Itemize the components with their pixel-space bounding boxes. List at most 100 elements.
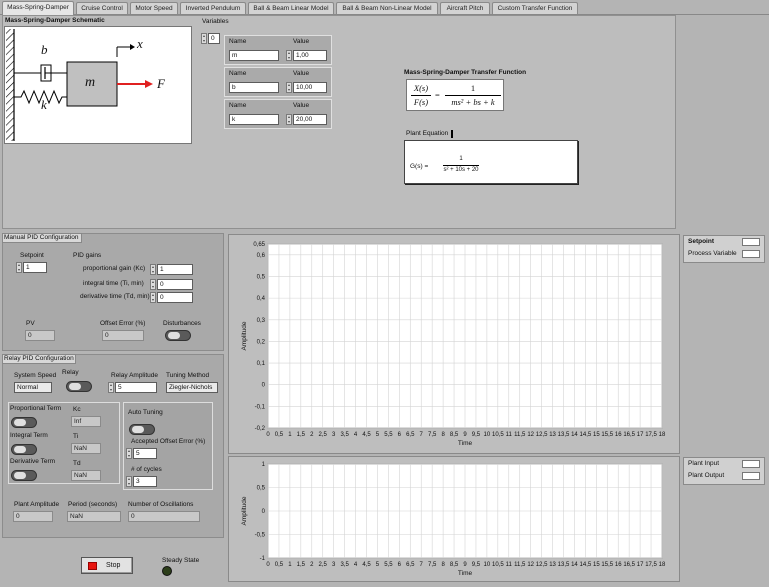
relay-ti-label: Ti — [73, 433, 79, 440]
cycles-spinner[interactable] — [126, 476, 132, 487]
variable-group-3: Name Value k 20,00 — [224, 99, 332, 129]
x-tick-label: 10 — [484, 432, 491, 438]
legend-process-variable[interactable]: Process Variable — [684, 248, 764, 260]
y-tick-label: 0,2 — [257, 339, 266, 345]
y-tick-label: 0,5 — [257, 486, 266, 492]
x-tick-label: 0,5 — [275, 562, 284, 568]
relay-amplitude-spinner[interactable] — [108, 382, 114, 393]
legend-plant-input[interactable]: Plant Input — [684, 458, 764, 470]
variable-value-field[interactable]: 20,00 — [293, 114, 327, 125]
ti-field[interactable]: 0 — [157, 279, 193, 290]
plant-amplitude-label: Plant Amplitude — [14, 501, 60, 508]
name-label: Name — [229, 102, 247, 109]
x-tick-label: 11 — [506, 562, 513, 568]
variable-value-field[interactable]: 1,00 — [293, 50, 327, 61]
value-label: Value — [293, 70, 310, 77]
tab-mass-spring-damper[interactable]: Mass-Spring-Damper — [2, 1, 74, 15]
y-tick-label: -0,1 — [255, 404, 266, 410]
relay-pid-title: Relay PID Configuration — [4, 355, 74, 362]
accepted-offset-field[interactable]: 5 — [133, 448, 157, 459]
x-tick-label: 8 — [441, 432, 445, 438]
x-tick-label: 6,5 — [406, 432, 415, 438]
variable-name-field[interactable]: m — [229, 50, 279, 61]
x-tick-label: 18 — [659, 562, 666, 568]
tab-custom-transfer-function[interactable]: Custom Transfer Function — [492, 2, 578, 14]
derivative-term-toggle[interactable] — [11, 470, 37, 481]
stop-button[interactable]: Stop — [81, 557, 133, 574]
variable-name-field[interactable]: k — [229, 114, 279, 125]
tf-lhs-denominator: F(s) — [413, 97, 429, 107]
x-tick-label: 13 — [549, 562, 556, 568]
variable-value-field[interactable]: 10,00 — [293, 82, 327, 93]
x-tick-label: 16,5 — [623, 432, 635, 438]
damper-label: b — [41, 42, 48, 57]
legend-plant-output[interactable]: Plant Output — [684, 470, 764, 482]
tab-cruise-control[interactable]: Cruise Control — [76, 2, 128, 14]
manual-pid-title: Manual PID Configuration — [4, 234, 79, 241]
variable-group-1: Name Value m 1,00 — [224, 35, 332, 65]
x-tick-label: 9,5 — [472, 432, 481, 438]
td-spinner[interactable] — [150, 292, 156, 303]
tuning-method-select[interactable]: Ziegler-Nichols — [166, 382, 218, 393]
period-label: Period (seconds) — [68, 501, 118, 508]
system-speed-select[interactable]: Normal — [14, 382, 52, 393]
oscillations-label: Number of Oscillations — [128, 501, 194, 508]
x-tick-label: 7,5 — [428, 432, 437, 438]
variables-index[interactable]: 0 — [208, 33, 220, 44]
kc-label: proportional gain (Kc) — [83, 265, 146, 272]
stop-icon — [88, 562, 97, 570]
tab-motor-speed[interactable]: Motor Speed — [130, 2, 178, 14]
setpoint-chart: 0 0,5 1 1,5 2 2,5 3 3,5 4 4,5 5 5,5 6 6,5 7 7,5 8 8,5 9 9,5… — [241, 242, 666, 447]
value-spinner[interactable] — [286, 82, 292, 93]
x-tick-label: 7 — [420, 562, 424, 568]
relay-amplitude-field[interactable]: 5 — [115, 382, 157, 393]
mass-label: m — [85, 75, 96, 90]
relay-kc-value: Inf — [71, 416, 101, 427]
x-tick-label: 5,5 — [384, 432, 393, 438]
legend-setpoint[interactable]: Setpoint — [684, 236, 764, 248]
steady-state-label: Steady State — [162, 557, 200, 564]
variable-name-field[interactable]: b — [229, 82, 279, 93]
disturbances-toggle[interactable] — [165, 330, 191, 341]
x-tick-label: 16 — [615, 432, 622, 438]
relay-label: Relay — [62, 369, 79, 376]
transfer-function-title: Mass-Spring-Damper Transfer Function — [404, 69, 527, 76]
x-tick-label: 9 — [463, 562, 467, 568]
value-spinner[interactable] — [286, 50, 292, 61]
x-tick-label: 14 — [571, 562, 578, 568]
offset-error-value: 0 — [102, 330, 144, 341]
accepted-offset-spinner[interactable] — [126, 448, 132, 459]
variables-index-spinner[interactable] — [201, 33, 207, 44]
x-tick-label: 5 — [376, 432, 380, 438]
x-tick-label: 4 — [354, 562, 358, 568]
variable-group-2: Name Value b 10,00 — [224, 67, 332, 97]
x-tick-label: 5 — [376, 562, 380, 568]
proportional-term-toggle[interactable] — [11, 417, 37, 428]
tab-ball-beam-linear[interactable]: Ball & Beam Linear Model — [248, 2, 334, 14]
x-tick-label: 0 — [266, 432, 270, 438]
x-tick-label: 12,5 — [536, 562, 548, 568]
kc-field[interactable]: 1 — [157, 264, 193, 275]
tab-inverted-pendulum[interactable]: Inverted Pendulum — [180, 2, 246, 14]
auto-tuning-toggle[interactable] — [129, 424, 155, 435]
kc-spinner[interactable] — [150, 264, 156, 275]
plant-numerator: 1 — [459, 156, 463, 162]
pid-gains-label: PID gains — [73, 252, 102, 259]
ti-spinner[interactable] — [150, 279, 156, 290]
relay-kc-label: Kc — [73, 406, 81, 413]
value-spinner[interactable] — [286, 114, 292, 125]
setpoint-field[interactable]: 1 — [23, 262, 47, 273]
td-field[interactable]: 0 — [157, 292, 193, 303]
tab-aircraft-pitch[interactable]: Aircraft Pitch — [440, 2, 490, 14]
x-tick-label: 2,5 — [319, 562, 328, 568]
x-tick-label: 4 — [354, 432, 358, 438]
x-axis-title: Time — [458, 570, 473, 577]
relay-toggle[interactable] — [66, 381, 92, 392]
integral-term-toggle[interactable] — [11, 444, 37, 455]
y-tick-label: 0,1 — [257, 361, 266, 367]
setpoint-spinner[interactable] — [16, 262, 22, 273]
offset-error-label: Offset Error (%) — [100, 320, 146, 327]
y-tick-label: 0 — [262, 383, 266, 389]
tab-ball-beam-nonlinear[interactable]: Ball & Beam Non-Linear Model — [336, 2, 438, 14]
cycles-field[interactable]: 3 — [133, 476, 157, 487]
